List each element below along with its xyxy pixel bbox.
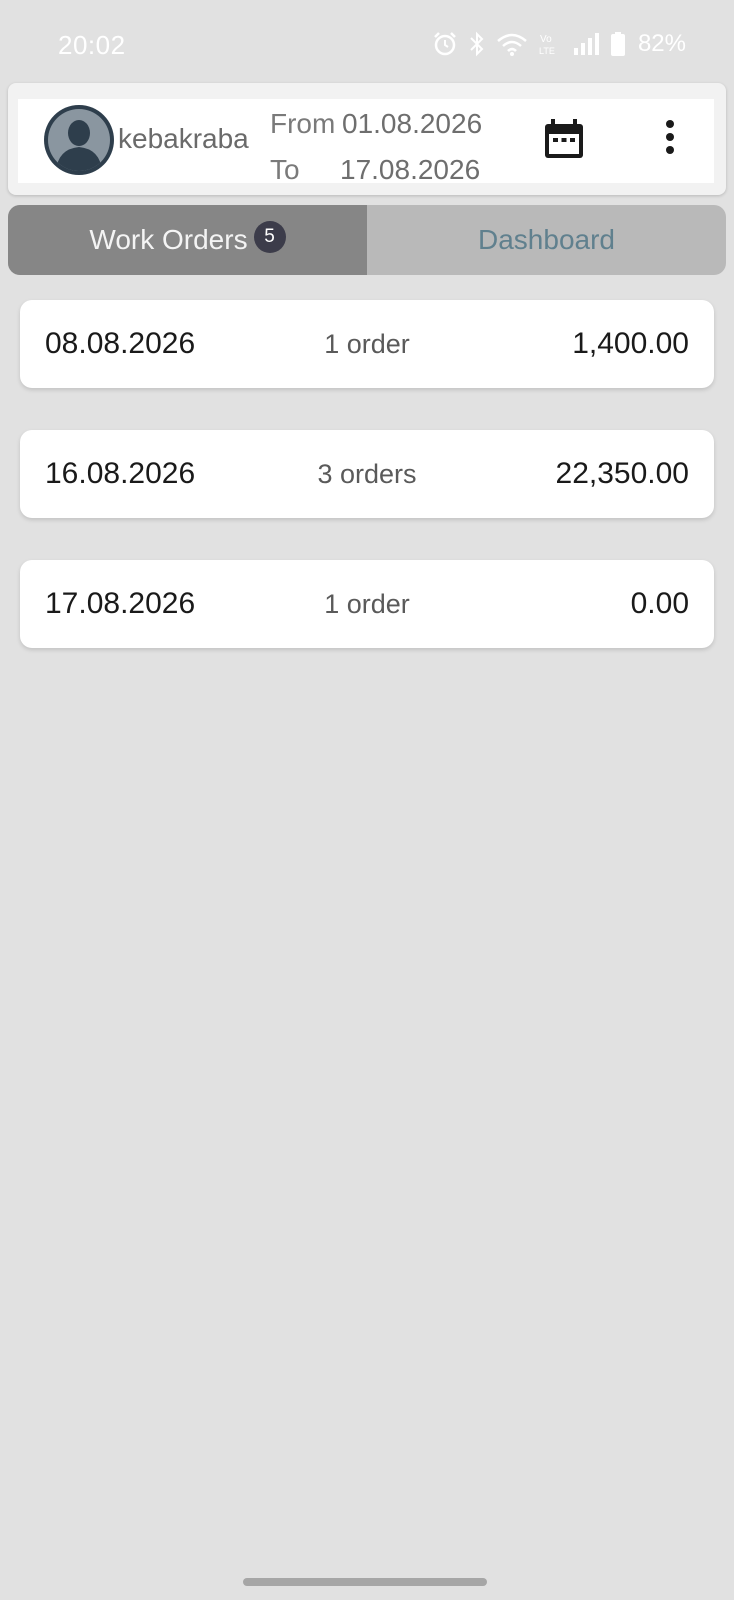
status-bar: 20:02 Vo LTE 82% (0, 0, 734, 92)
volte-icon: Vo LTE (538, 31, 562, 57)
username: kebakraba (118, 123, 249, 154)
svg-text:LTE: LTE (539, 46, 555, 56)
list-item[interactable]: 16.08.2026 3 orders 22,350.00 (20, 430, 714, 518)
order-count: 1 order (324, 589, 410, 619)
avatar-silhouette-icon (48, 109, 110, 171)
orders-list: 08.08.2026 1 order 1,400.00 16.08.2026 3… (20, 300, 714, 690)
work-orders-count-badge: 5 (253, 221, 286, 253)
from-date: 01.08.2026 (342, 108, 483, 139)
from-label: From (270, 108, 336, 139)
list-item[interactable]: 08.08.2026 1 order 1,400.00 (20, 300, 714, 388)
wifi-icon (496, 31, 528, 57)
signal-icon (572, 31, 600, 57)
tab-dashboard[interactable]: Dashboard (367, 205, 726, 275)
tab-work-orders[interactable]: Work Orders 5 (8, 205, 367, 275)
to-date: 17.08.2026 (340, 154, 481, 185)
to-label: To (270, 154, 300, 185)
header-card: kebakraba From 01.08.2026 To 17.08.2026 (8, 83, 726, 195)
more-vert-icon (658, 120, 682, 167)
order-amount: 1,400.00 (572, 327, 689, 360)
more-menu-button[interactable] (658, 115, 682, 163)
avatar[interactable] (44, 105, 114, 175)
status-time: 20:02 (58, 30, 126, 60)
tab-dashboard-label: Dashboard (478, 224, 615, 255)
header-inner: kebakraba From 01.08.2026 To 17.08.2026 (18, 99, 714, 185)
alarm-icon (432, 31, 458, 57)
calendar-icon (542, 119, 586, 165)
order-amount: 22,350.00 (555, 457, 689, 490)
battery-icon (610, 31, 626, 57)
status-icons: Vo LTE 82% (432, 30, 686, 58)
date-range[interactable]: From 01.08.2026 To 17.08.2026 (270, 101, 482, 193)
date-to-row: To 17.08.2026 (270, 147, 482, 193)
tab-work-orders-label: Work Orders (89, 224, 248, 255)
date-from-row: From 01.08.2026 (270, 101, 482, 147)
battery-percent: 82% (637, 30, 686, 57)
home-indicator[interactable] (243, 1578, 487, 1586)
svg-text:Vo: Vo (540, 34, 552, 45)
bluetooth-icon (468, 31, 486, 57)
list-item[interactable]: 17.08.2026 1 order 0.00 (20, 560, 714, 648)
tab-bar: Work Orders 5 Dashboard (8, 205, 726, 275)
calendar-button[interactable] (542, 117, 586, 161)
order-amount: 0.00 (630, 587, 689, 620)
